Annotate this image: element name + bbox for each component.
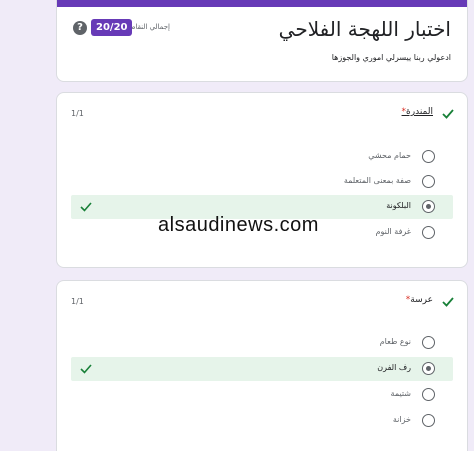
radio-button-selected[interactable]	[422, 200, 435, 213]
help-icon[interactable]: ?	[73, 21, 87, 35]
question-score: 1/1	[71, 109, 84, 118]
question-title: عرسة*	[403, 295, 433, 305]
correct-check-icon	[80, 364, 92, 374]
question-score: 1/1	[71, 297, 84, 306]
radio-button[interactable]	[422, 226, 435, 239]
form-description: ادعولي ربنا ييسرلي اموري والجوزها	[331, 53, 451, 62]
option-label: خزانة	[392, 415, 411, 424]
check-icon	[442, 297, 454, 307]
total-score-badge: 20/20	[91, 19, 133, 36]
radio-button[interactable]	[422, 414, 435, 427]
radio-button-selected[interactable]	[422, 362, 435, 375]
option-label: رف الفرن	[377, 363, 411, 372]
radio-button[interactable]	[422, 150, 435, 163]
option-row[interactable]: خزانة	[71, 409, 453, 433]
option-label: حمام محشي	[368, 151, 411, 160]
question-title: المندرة*	[399, 107, 433, 117]
option-label: صفة بمعنى المتعلمة	[343, 176, 411, 185]
check-icon	[442, 109, 454, 119]
option-row[interactable]: شتيمة	[71, 383, 453, 407]
question-card-2: عرسة* 1/1 نوع طعام رف الفرن شتيمة خزانة	[56, 280, 468, 451]
total-score-label: إجمالي النقاط	[129, 23, 170, 31]
option-row-correct[interactable]: رف الفرن	[71, 357, 453, 381]
form-accent-bar	[57, 0, 467, 7]
option-label: نوع طعام	[379, 337, 411, 346]
radio-button[interactable]	[422, 175, 435, 188]
form-header-card: اختبار اللهجة الفلاحي ادعولي ربنا ييسرلي…	[56, 0, 468, 82]
option-label: شتيمة	[390, 389, 411, 398]
question-title-text: عرسة	[410, 295, 433, 305]
question-title-text: المندرة	[406, 107, 433, 117]
option-row[interactable]: نوع طعام	[71, 331, 453, 355]
option-row[interactable]: صفة بمعنى المتعلمة	[71, 170, 453, 194]
correct-check-icon	[80, 202, 92, 212]
form-title: اختبار اللهجة الفلاحي	[278, 17, 451, 41]
question-card-1: المندرة* 1/1 حمام محشي صفة بمعنى المتعلم…	[56, 92, 468, 268]
radio-button[interactable]	[422, 388, 435, 401]
watermark-text: alsaudinews.com	[158, 214, 319, 236]
option-row[interactable]: حمام محشي	[71, 145, 453, 169]
radio-button[interactable]	[422, 336, 435, 349]
option-label: البلكونة	[386, 201, 411, 210]
option-label: غرفة النوم	[375, 227, 411, 236]
